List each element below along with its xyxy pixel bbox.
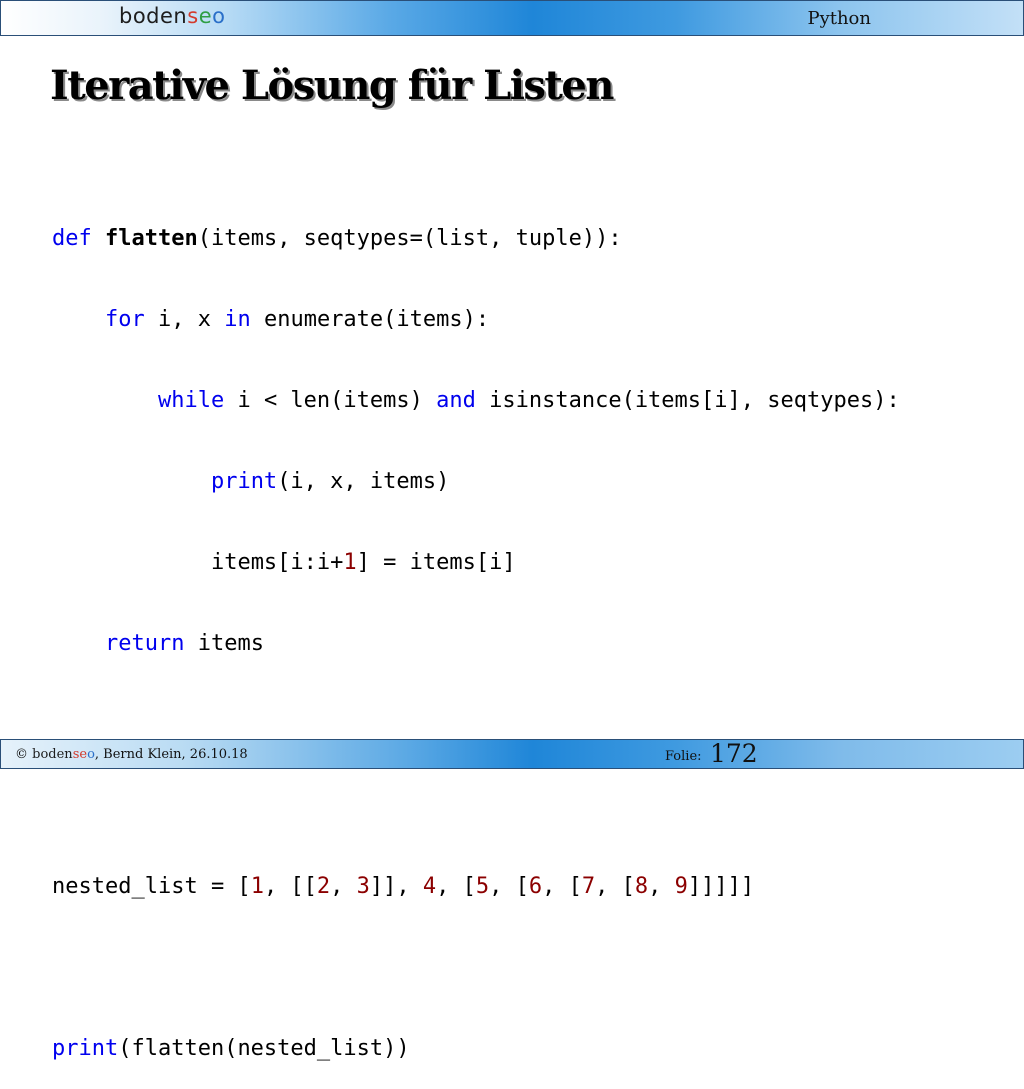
bodenseo-logo: bodenseo bbox=[119, 4, 226, 28]
code-line: def flatten(items, seqtypes=(list, tuple… bbox=[52, 226, 622, 251]
code-line: for i, x in enumerate(items): bbox=[104, 307, 490, 332]
code-line: items[i:i+1] = items[i] bbox=[210, 550, 516, 575]
slide-title: Iterative Lösung für Listen bbox=[50, 62, 614, 109]
code-block: def flatten(items, seqtypes=(list, tuple… bbox=[52, 171, 900, 1089]
section-title: Python bbox=[807, 8, 871, 29]
code-line: print(i, x, items) bbox=[210, 469, 450, 494]
code-line: while i < len(items) and isinstance(item… bbox=[157, 388, 900, 413]
code-line: print(flatten(nested_list)) bbox=[52, 1036, 410, 1061]
code-line: return items bbox=[104, 631, 264, 656]
slide-number-label: Folie: bbox=[665, 749, 702, 764]
slide-number: 172 bbox=[710, 739, 758, 768]
code-line: nested_list = [1, [[2, 3]], 4, [5, [6, [… bbox=[52, 874, 755, 899]
slide-footer: © bodenseo, Bernd Klein, 26.10.18 Folie:… bbox=[0, 739, 1024, 769]
slide-header: bodenseo Python bbox=[0, 0, 1024, 36]
footer-credits: © bodenseo, Bernd Klein, 26.10.18 bbox=[15, 747, 248, 762]
